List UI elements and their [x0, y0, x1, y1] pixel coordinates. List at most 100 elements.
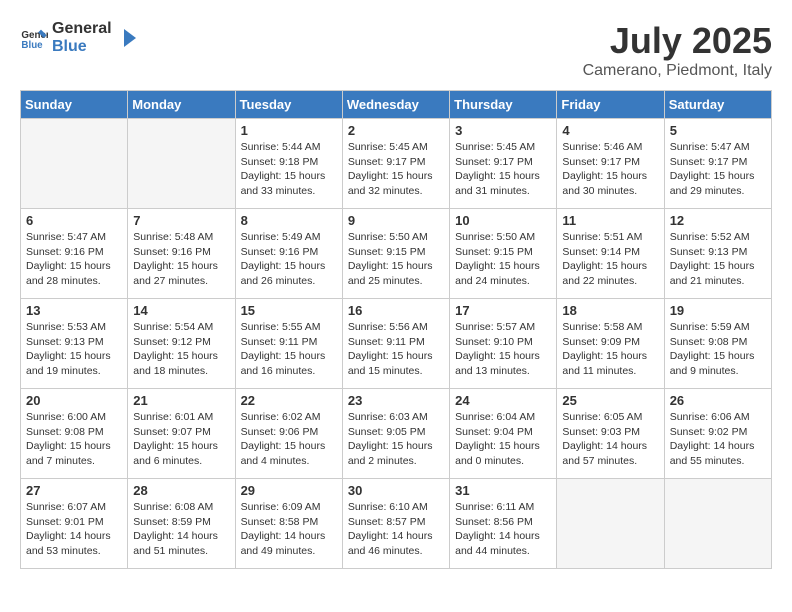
- day-number: 17: [455, 303, 551, 318]
- day-number: 14: [133, 303, 229, 318]
- day-info: Sunrise: 5:45 AM Sunset: 9:17 PM Dayligh…: [348, 140, 444, 199]
- day-number: 7: [133, 213, 229, 228]
- day-info: Sunrise: 5:48 AM Sunset: 9:16 PM Dayligh…: [133, 230, 229, 289]
- weekday-header-row: SundayMondayTuesdayWednesdayThursdayFrid…: [21, 91, 772, 119]
- calendar-cell: 9 Sunrise: 5:50 AM Sunset: 9:15 PM Daylig…: [342, 209, 449, 299]
- calendar-cell: 11 Sunrise: 5:51 AM Sunset: 9:14 PM Dayli…: [557, 209, 664, 299]
- day-info: Sunrise: 5:45 AM Sunset: 9:17 PM Dayligh…: [455, 140, 551, 199]
- calendar-cell: 22Sunrise: 6:02 AM Sunset: 9:06 PM Dayli…: [235, 389, 342, 479]
- day-info: Sunrise: 6:09 AM Sunset: 8:58 PM Dayligh…: [241, 500, 337, 559]
- weekday-header-saturday: Saturday: [664, 91, 771, 119]
- calendar-cell: 23 Sunrise: 6:03 AM Sunset: 9:05 PM Dayli…: [342, 389, 449, 479]
- day-number: 27: [26, 483, 122, 498]
- calendar-cell: 27 Sunrise: 6:07 AM Sunset: 9:01 PM Dayli…: [21, 479, 128, 569]
- weekday-header-wednesday: Wednesday: [342, 91, 449, 119]
- calendar-cell: 29 Sunrise: 6:09 AM Sunset: 8:58 PM Dayli…: [235, 479, 342, 569]
- day-number: 30: [348, 483, 444, 498]
- day-info: Sunrise: 5:55 AM Sunset: 9:11 PM Dayligh…: [241, 320, 337, 379]
- day-info: Sunrise: 5:50 AM Sunset: 9:15 PM Dayligh…: [348, 230, 444, 289]
- day-info: Sunrise: 5:52 AM Sunset: 9:13 PM Dayligh…: [670, 230, 766, 289]
- calendar-week-2: 6Sunrise: 5:47 AM Sunset: 9:16 PM Daylig…: [21, 209, 772, 299]
- day-number: 28: [133, 483, 229, 498]
- weekday-header-monday: Monday: [128, 91, 235, 119]
- day-number: 21: [133, 393, 229, 408]
- day-info: Sunrise: 6:08 AM Sunset: 8:59 PM Dayligh…: [133, 500, 229, 559]
- calendar-cell: 21 Sunrise: 6:01 AM Sunset: 9:07 PM Dayli…: [128, 389, 235, 479]
- calendar-cell: 15 Sunrise: 5:55 AM Sunset: 9:11 PM Dayli…: [235, 299, 342, 389]
- calendar-cell: [21, 119, 128, 209]
- day-number: 10: [455, 213, 551, 228]
- calendar-week-1: 1 Sunrise: 5:44 AM Sunset: 9:18 PM Daylig…: [21, 119, 772, 209]
- day-info: Sunrise: 6:07 AM Sunset: 9:01 PM Dayligh…: [26, 500, 122, 559]
- day-number: 3: [455, 123, 551, 138]
- calendar-cell: 18Sunrise: 5:58 AM Sunset: 9:09 PM Dayli…: [557, 299, 664, 389]
- day-info: Sunrise: 6:10 AM Sunset: 8:57 PM Dayligh…: [348, 500, 444, 559]
- calendar-cell: 30 Sunrise: 6:10 AM Sunset: 8:57 PM Dayli…: [342, 479, 449, 569]
- calendar-cell: 14 Sunrise: 5:54 AM Sunset: 9:12 PM Dayli…: [128, 299, 235, 389]
- day-info: Sunrise: 5:53 AM Sunset: 9:13 PM Dayligh…: [26, 320, 122, 379]
- day-info: Sunrise: 6:11 AM Sunset: 8:56 PM Dayligh…: [455, 500, 551, 559]
- logo-icon: General Blue: [20, 24, 48, 52]
- day-number: 11: [562, 213, 658, 228]
- calendar-week-3: 13 Sunrise: 5:53 AM Sunset: 9:13 PM Dayli…: [21, 299, 772, 389]
- day-number: 9: [348, 213, 444, 228]
- calendar-cell: 17Sunrise: 5:57 AM Sunset: 9:10 PM Dayli…: [450, 299, 557, 389]
- location: Camerano, Piedmont, Italy: [583, 62, 772, 80]
- calendar-cell: 13 Sunrise: 5:53 AM Sunset: 9:13 PM Dayli…: [21, 299, 128, 389]
- day-info: Sunrise: 6:06 AM Sunset: 9:02 PM Dayligh…: [670, 410, 766, 469]
- calendar-cell: 6Sunrise: 5:47 AM Sunset: 9:16 PM Daylig…: [21, 209, 128, 299]
- calendar-cell: 12 Sunrise: 5:52 AM Sunset: 9:13 PM Dayli…: [664, 209, 771, 299]
- day-number: 29: [241, 483, 337, 498]
- calendar-cell: [557, 479, 664, 569]
- day-number: 5: [670, 123, 766, 138]
- day-info: Sunrise: 5:51 AM Sunset: 9:14 PM Dayligh…: [562, 230, 658, 289]
- logo-arrow-icon: [116, 27, 138, 49]
- day-info: Sunrise: 6:00 AM Sunset: 9:08 PM Dayligh…: [26, 410, 122, 469]
- day-number: 1: [241, 123, 337, 138]
- calendar-cell: 2 Sunrise: 5:45 AM Sunset: 9:17 PM Daylig…: [342, 119, 449, 209]
- day-number: 26: [670, 393, 766, 408]
- day-number: 31: [455, 483, 551, 498]
- calendar-cell: 10 Sunrise: 5:50 AM Sunset: 9:15 PM Dayli…: [450, 209, 557, 299]
- calendar-cell: [128, 119, 235, 209]
- calendar-table: SundayMondayTuesdayWednesdayThursdayFrid…: [20, 90, 772, 569]
- day-number: 13: [26, 303, 122, 318]
- logo-line1: General: [52, 20, 112, 38]
- day-number: 2: [348, 123, 444, 138]
- page-header: General Blue General Blue July 2025 Came…: [20, 20, 772, 80]
- day-info: Sunrise: 5:49 AM Sunset: 9:16 PM Dayligh…: [241, 230, 337, 289]
- calendar-cell: 3 Sunrise: 5:45 AM Sunset: 9:17 PM Daylig…: [450, 119, 557, 209]
- day-number: 24: [455, 393, 551, 408]
- calendar-cell: 31 Sunrise: 6:11 AM Sunset: 8:56 PM Dayli…: [450, 479, 557, 569]
- calendar-cell: 5Sunrise: 5:47 AM Sunset: 9:17 PM Daylig…: [664, 119, 771, 209]
- day-number: 22: [241, 393, 337, 408]
- calendar-cell: [664, 479, 771, 569]
- weekday-header-thursday: Thursday: [450, 91, 557, 119]
- weekday-header-friday: Friday: [557, 91, 664, 119]
- day-info: Sunrise: 5:54 AM Sunset: 9:12 PM Dayligh…: [133, 320, 229, 379]
- day-number: 12: [670, 213, 766, 228]
- calendar-cell: 7 Sunrise: 5:48 AM Sunset: 9:16 PM Daylig…: [128, 209, 235, 299]
- calendar-cell: 25Sunrise: 6:05 AM Sunset: 9:03 PM Dayli…: [557, 389, 664, 479]
- logo-line2: Blue: [52, 38, 112, 56]
- day-info: Sunrise: 6:03 AM Sunset: 9:05 PM Dayligh…: [348, 410, 444, 469]
- day-info: Sunrise: 5:44 AM Sunset: 9:18 PM Dayligh…: [241, 140, 337, 199]
- logo: General Blue General Blue: [20, 20, 138, 55]
- calendar-cell: 24Sunrise: 6:04 AM Sunset: 9:04 PM Dayli…: [450, 389, 557, 479]
- day-info: Sunrise: 5:50 AM Sunset: 9:15 PM Dayligh…: [455, 230, 551, 289]
- day-number: 4: [562, 123, 658, 138]
- calendar-week-5: 27 Sunrise: 6:07 AM Sunset: 9:01 PM Dayli…: [21, 479, 772, 569]
- month-title: July 2025: [583, 20, 772, 62]
- day-number: 15: [241, 303, 337, 318]
- day-number: 18: [562, 303, 658, 318]
- calendar-cell: 20Sunrise: 6:00 AM Sunset: 9:08 PM Dayli…: [21, 389, 128, 479]
- day-info: Sunrise: 5:47 AM Sunset: 9:16 PM Dayligh…: [26, 230, 122, 289]
- calendar-cell: 19Sunrise: 5:59 AM Sunset: 9:08 PM Dayli…: [664, 299, 771, 389]
- calendar-cell: 26 Sunrise: 6:06 AM Sunset: 9:02 PM Dayli…: [664, 389, 771, 479]
- day-info: Sunrise: 5:59 AM Sunset: 9:08 PM Dayligh…: [670, 320, 766, 379]
- day-info: Sunrise: 6:01 AM Sunset: 9:07 PM Dayligh…: [133, 410, 229, 469]
- day-number: 23: [348, 393, 444, 408]
- day-info: Sunrise: 5:46 AM Sunset: 9:17 PM Dayligh…: [562, 140, 658, 199]
- calendar-cell: 4 Sunrise: 5:46 AM Sunset: 9:17 PM Daylig…: [557, 119, 664, 209]
- calendar-cell: 28 Sunrise: 6:08 AM Sunset: 8:59 PM Dayli…: [128, 479, 235, 569]
